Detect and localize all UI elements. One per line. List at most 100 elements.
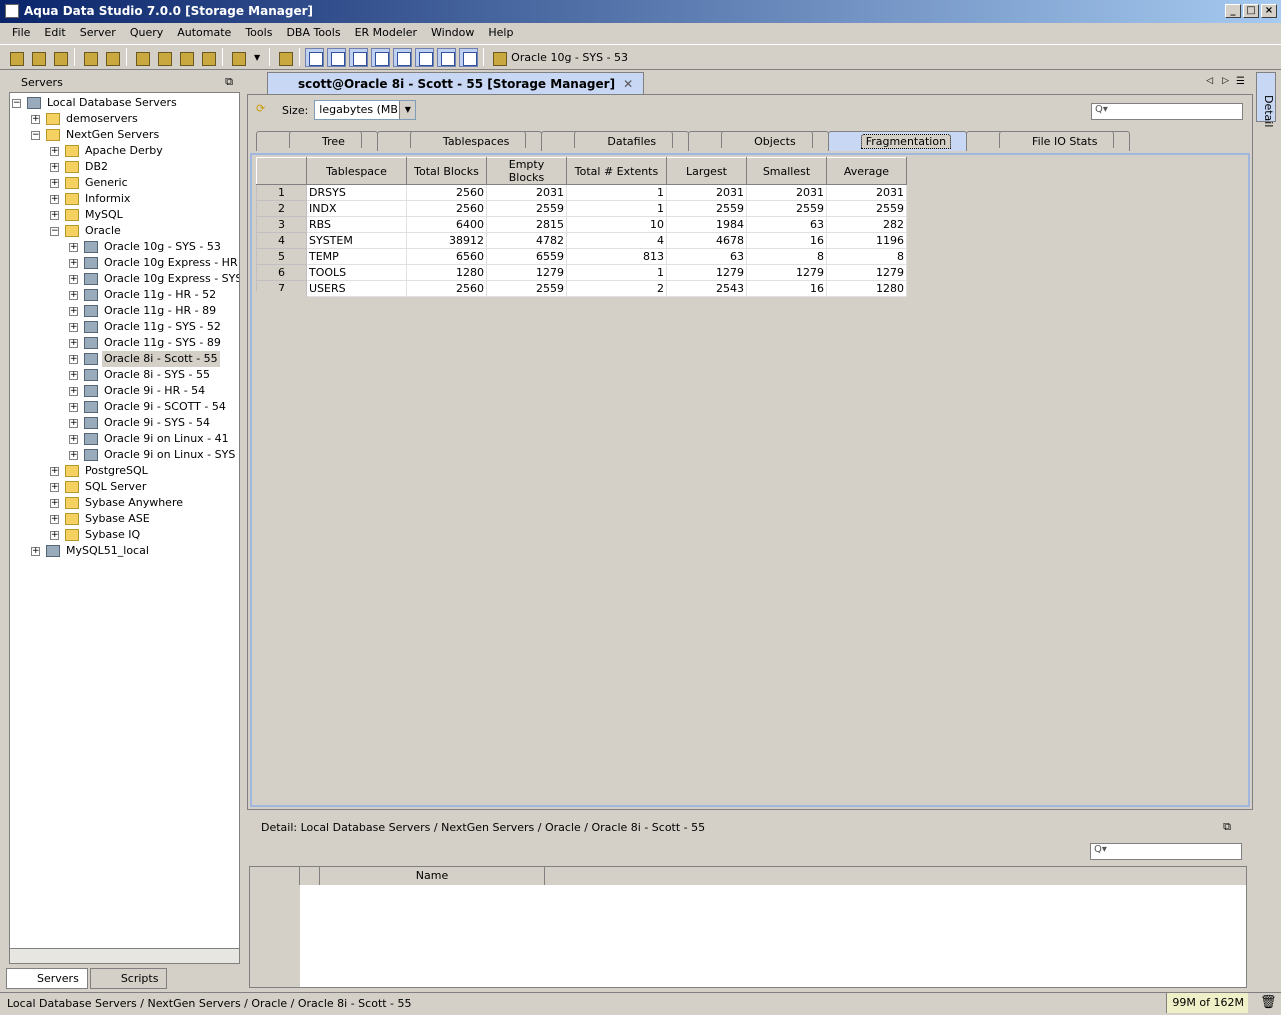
expand-icon[interactable]: +	[69, 354, 78, 364]
expand-icon[interactable]: +	[69, 274, 78, 284]
menu-file[interactable]: File	[5, 23, 37, 43]
tab-list-icon[interactable]: ☰	[1236, 76, 1245, 87]
table-row[interactable]: 3 RBS 6400 2815 10 1984 63 282	[256, 216, 907, 233]
expand-icon[interactable]: +	[50, 466, 59, 476]
tab-tree[interactable]: Tree	[256, 131, 378, 151]
collapse-icon[interactable]: −	[12, 98, 21, 108]
table-data-icon[interactable]	[198, 48, 217, 67]
detail-search-input[interactable]: Q▾	[1090, 843, 1242, 860]
tree-item[interactable]: + PostgreSQL	[50, 463, 150, 479]
expand-icon[interactable]: +	[69, 386, 78, 396]
table-icon[interactable]	[371, 47, 391, 67]
column-header-name[interactable]: Name	[320, 867, 545, 885]
menu-er-modeler[interactable]: ER Modeler	[348, 23, 424, 43]
column-header-empty-blocks[interactable]: Empty Blocks	[486, 157, 567, 185]
tree-item[interactable]: + Apache Derby	[50, 143, 165, 159]
column-header-smallest[interactable]: Smallest	[746, 157, 827, 185]
menu-query[interactable]: Query	[123, 23, 170, 43]
column-header-tablespace[interactable]: Tablespace	[306, 157, 407, 185]
expand-icon[interactable]: +	[69, 418, 78, 428]
expand-icon[interactable]: +	[50, 530, 59, 540]
grid-view-icon[interactable]	[305, 47, 325, 67]
disconnect-icon[interactable]	[102, 48, 121, 67]
tree-item[interactable]: + demoservers	[31, 111, 140, 127]
editor-tab[interactable]: scott@Oracle 8i - Scott - 55 [Storage Ma…	[267, 72, 645, 94]
tree-item[interactable]: + Sybase IQ	[50, 527, 142, 543]
compare-icon[interactable]	[393, 47, 413, 67]
tree-item[interactable]: + Oracle 11g - HR - 52	[69, 287, 218, 303]
current-server-label[interactable]: Oracle 10g - SYS - 53	[511, 51, 628, 64]
expand-icon[interactable]: +	[69, 338, 78, 348]
expand-icon[interactable]: +	[69, 258, 78, 268]
expand-icon[interactable]: +	[69, 402, 78, 412]
delete-server-icon[interactable]	[28, 48, 47, 67]
column-header-total-extents[interactable]: Total # Extents	[566, 157, 667, 185]
query-analyzer-icon[interactable]	[132, 48, 151, 67]
tree-item[interactable]: + Oracle 10g Express - HR - 45	[69, 255, 239, 271]
chevron-down-icon[interactable]: ▼	[399, 101, 416, 119]
tab-tablespaces[interactable]: Tablespaces	[376, 131, 543, 151]
tab-servers[interactable]: Servers	[6, 968, 88, 989]
tree-item[interactable]: + Oracle 10g Express - SYS - 45	[69, 271, 239, 287]
expand-icon[interactable]: +	[69, 434, 78, 444]
search-input[interactable]: Q▾	[1091, 103, 1243, 120]
tree-item[interactable]: + Oracle 11g - SYS - 52	[69, 319, 223, 335]
table-row[interactable]: 7 USERS 2560 2559 2 2543 16 1280	[256, 280, 907, 297]
storage-manager-icon[interactable]	[349, 47, 369, 67]
tree-item[interactable]: + Oracle 8i - SYS - 55	[69, 367, 212, 383]
tree-item[interactable]: + Oracle 9i - HR - 54	[69, 383, 207, 399]
close-button[interactable]: ×	[1261, 4, 1277, 18]
tree-item[interactable]: + Oracle 10g - SYS - 53	[69, 239, 223, 255]
script-icon[interactable]	[228, 48, 247, 67]
minimize-button[interactable]: _	[1225, 4, 1241, 18]
tree-item[interactable]: + Sybase ASE	[50, 511, 152, 527]
menu-automate[interactable]: Automate	[170, 23, 238, 43]
tree-item[interactable]: + Sybase Anywhere	[50, 495, 185, 511]
expand-icon[interactable]: +	[31, 546, 40, 556]
tab-datafiles[interactable]: Datafiles	[541, 131, 690, 151]
expand-icon[interactable]: +	[69, 306, 78, 316]
expand-icon[interactable]: +	[50, 194, 59, 204]
tab-scripts[interactable]: Scripts	[89, 968, 168, 989]
server-properties-icon[interactable]	[80, 48, 99, 67]
tree-item[interactable]: + Oracle 11g - HR - 89	[69, 303, 218, 319]
column-header-largest[interactable]: Largest	[666, 157, 747, 185]
tree-item[interactable]: + SQL Server	[50, 479, 148, 495]
chart-icon[interactable]	[437, 47, 457, 67]
menu-server[interactable]: Server	[73, 23, 123, 43]
menu-dba-tools[interactable]: DBA Tools	[279, 23, 347, 43]
detail-sidebar-tab[interactable]: Detail	[1256, 72, 1276, 127]
tree-item[interactable]: + MySQL	[50, 207, 125, 223]
menu-help[interactable]: Help	[481, 23, 520, 43]
tree-item[interactable]: + Oracle 9i on Linux - SYS - 41	[69, 447, 239, 463]
table-row[interactable]: 2 INDX 2560 2559 1 2559 2559 2559	[256, 200, 907, 217]
expand-icon[interactable]: +	[31, 114, 40, 124]
expand-icon[interactable]: +	[50, 178, 59, 188]
expand-icon[interactable]: +	[69, 450, 78, 460]
new-server-icon[interactable]	[6, 48, 25, 67]
tab-fragmentation[interactable]: Fragmentation	[827, 131, 968, 151]
expand-icon[interactable]: +	[50, 162, 59, 172]
trash-icon[interactable]: 🗑	[1260, 995, 1277, 1010]
tree-item[interactable]: + Oracle 9i on Linux - 41	[69, 431, 231, 447]
tree-item[interactable]: + Oracle 8i - Scott - 55	[69, 351, 220, 367]
tree-item[interactable]: + DB2	[50, 159, 110, 175]
expand-icon[interactable]: +	[50, 514, 59, 524]
tree-item[interactable]: + Generic	[50, 175, 130, 191]
schema-browser-icon[interactable]	[327, 47, 347, 67]
dropdown-arrow-icon[interactable]: ▼	[254, 53, 260, 62]
maximize-button[interactable]: □	[1243, 4, 1259, 18]
er-diagram-icon[interactable]	[415, 47, 435, 67]
calculator-icon[interactable]	[275, 48, 294, 67]
collapse-icon[interactable]: −	[50, 226, 59, 236]
connect-icon[interactable]	[50, 48, 69, 67]
refresh-icon[interactable]: ⟳	[256, 102, 265, 115]
menu-edit[interactable]: Edit	[37, 23, 72, 43]
expand-icon[interactable]: +	[69, 242, 78, 252]
table-row[interactable]: 6 TOOLS 1280 1279 1 1279 1279 1279	[256, 264, 907, 281]
tree-item[interactable]: + Oracle 11g - SYS - 89	[69, 335, 223, 351]
tree-item[interactable]: + MySQL51_local	[31, 543, 151, 559]
tree-item[interactable]: + Informix	[50, 191, 132, 207]
close-icon[interactable]: ✕	[623, 77, 633, 91]
menu-tools[interactable]: Tools	[238, 23, 279, 43]
